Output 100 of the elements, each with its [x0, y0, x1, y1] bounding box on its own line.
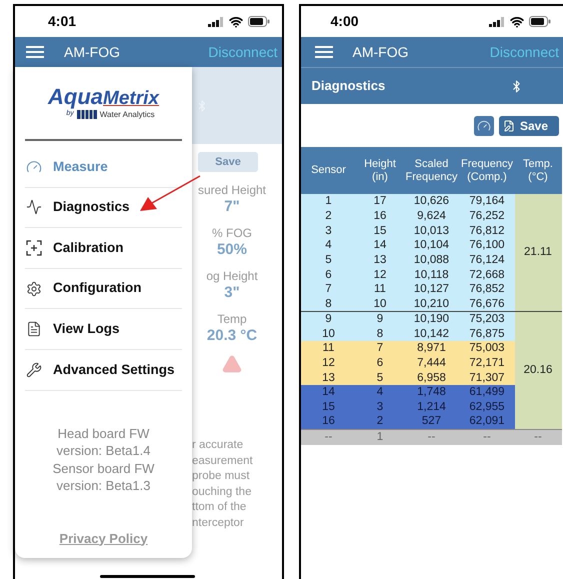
- table-cell: 8: [356, 326, 404, 341]
- table-cell: 7: [356, 340, 404, 356]
- temperature-cell: 21.11: [514, 194, 562, 312]
- faded-reading-value: 7": [224, 198, 240, 215]
- table-cell: 12: [356, 267, 404, 282]
- table-cell: 14: [356, 238, 404, 253]
- table-cell: 10,626: [404, 194, 460, 209]
- table-cell: 6,958: [404, 370, 460, 385]
- table-cell: 13: [356, 252, 404, 268]
- save-button[interactable]: Save: [499, 116, 559, 136]
- faded-reading-label: sured Height: [198, 182, 266, 198]
- table-cell: 10,210: [404, 296, 460, 312]
- signal-icon: [489, 16, 505, 26]
- logo-text: Metrix: [103, 88, 159, 108]
- table-cell: 76,252: [460, 208, 514, 224]
- diagnostics-title: Diagnostics: [312, 77, 386, 96]
- faded-reading-label: Temp: [217, 311, 247, 327]
- table-cell: 72,171: [460, 356, 514, 370]
- faded-note-text: nterceptor: [192, 516, 245, 531]
- privacy-policy-link[interactable]: Privacy Policy: [59, 528, 148, 548]
- table-cell: 4: [300, 238, 356, 253]
- column-header: Sensor: [300, 147, 356, 194]
- table-cell: 3: [356, 400, 404, 414]
- table-cell: 10,190: [404, 312, 460, 326]
- table-cell: 3: [300, 223, 356, 238]
- table-cell: 61,499: [460, 384, 514, 400]
- column-header: Frequency (Comp.): [460, 147, 514, 194]
- column-header: Temp. (°C): [514, 147, 562, 194]
- table-cell: 8: [300, 296, 356, 312]
- faded-note-text: r accurate: [192, 438, 244, 453]
- wifi-icon: [228, 14, 242, 28]
- table-cell: 10: [356, 296, 404, 312]
- table-cell: 62,091: [460, 414, 514, 429]
- column-header: Height (in): [356, 147, 404, 194]
- faded-note-text: ttom of the: [192, 500, 248, 516]
- table-cell: 14: [300, 384, 356, 400]
- table-cell: 10,118: [404, 267, 460, 282]
- drawer-menu-item[interactable]: Configuration: [25, 268, 182, 310]
- logo-tagline: Water Analytics: [100, 109, 155, 120]
- table-cell: 5: [300, 252, 356, 268]
- gauge-icon: [477, 118, 491, 132]
- table-cell: --: [404, 429, 460, 445]
- firmware-text: version: Beta1.3: [56, 477, 150, 495]
- faded-reading-label: % FOG: [212, 225, 252, 241]
- table-cell: 11: [300, 340, 356, 356]
- status-time: 4:01: [48, 12, 76, 31]
- battery-icon: [248, 16, 270, 27]
- table-cell: 10,013: [404, 223, 460, 238]
- drawer-menu-item[interactable]: Advanced Settings: [25, 350, 182, 391]
- table-cell: --: [460, 429, 514, 445]
- table-cell: 5: [356, 370, 404, 385]
- table-cell: --: [300, 429, 356, 445]
- wifi-icon: [510, 14, 524, 28]
- table-cell: 9,624: [404, 208, 460, 224]
- table-cell: 2: [300, 208, 356, 224]
- battery-icon: [529, 16, 551, 27]
- document-icon: [26, 321, 42, 338]
- table-cell: 1: [356, 429, 404, 445]
- table-cell: 8,971: [404, 340, 460, 356]
- table-cell: 10: [300, 326, 356, 341]
- table-cell: 76,676: [460, 296, 514, 312]
- drawer-menu-item[interactable]: Measure: [25, 147, 182, 188]
- bluetooth-icon: [196, 100, 208, 112]
- table-cell: 75,003: [460, 340, 514, 356]
- drawer-menu-item[interactable]: View Logs: [25, 309, 182, 350]
- app-title: AM-FOG: [64, 42, 120, 62]
- table-cell: 6: [356, 356, 404, 370]
- table-cell: 62,955: [460, 400, 514, 414]
- firmware-text: Sensor board FW: [52, 460, 154, 478]
- menu-icon[interactable]: [26, 46, 44, 58]
- table-cell: 76,100: [460, 238, 514, 253]
- table-cell: 76,812: [460, 223, 514, 238]
- app-title: AM-FOG: [352, 42, 408, 62]
- table-cell: 17: [356, 194, 404, 209]
- wrench-icon: [26, 362, 42, 378]
- drawer-menu-item[interactable]: Calibration: [25, 228, 182, 269]
- menu-icon[interactable]: [314, 46, 332, 58]
- table-cell: 15: [300, 400, 356, 414]
- table-cell: 7: [300, 282, 356, 297]
- gauge-icon: [26, 158, 42, 175]
- table-cell: 4: [356, 384, 404, 400]
- table-cell: 11: [356, 282, 404, 297]
- table-cell: 79,164: [460, 194, 514, 209]
- table-cell: 2: [356, 414, 404, 429]
- table-cell: 1,748: [404, 384, 460, 400]
- table-cell: 16: [300, 414, 356, 429]
- faded-note-text: ouching the: [192, 484, 252, 500]
- table-cell: 1: [300, 194, 356, 209]
- table-cell: 9: [300, 312, 356, 326]
- table-cell: 527: [404, 414, 460, 429]
- table-cell: 7,444: [404, 356, 460, 370]
- firmware-text: version: Beta1.4: [56, 442, 150, 460]
- table-cell: 72,668: [460, 267, 514, 282]
- gauge-button[interactable]: [474, 116, 494, 136]
- table-cell: 10,127: [404, 282, 460, 297]
- table-cell: 10,104: [404, 238, 460, 253]
- table-cell: 16: [356, 208, 404, 224]
- firmware-text: Head board FW: [58, 424, 150, 442]
- signal-icon: [208, 16, 224, 26]
- faded-note-text: easurement: [192, 454, 254, 469]
